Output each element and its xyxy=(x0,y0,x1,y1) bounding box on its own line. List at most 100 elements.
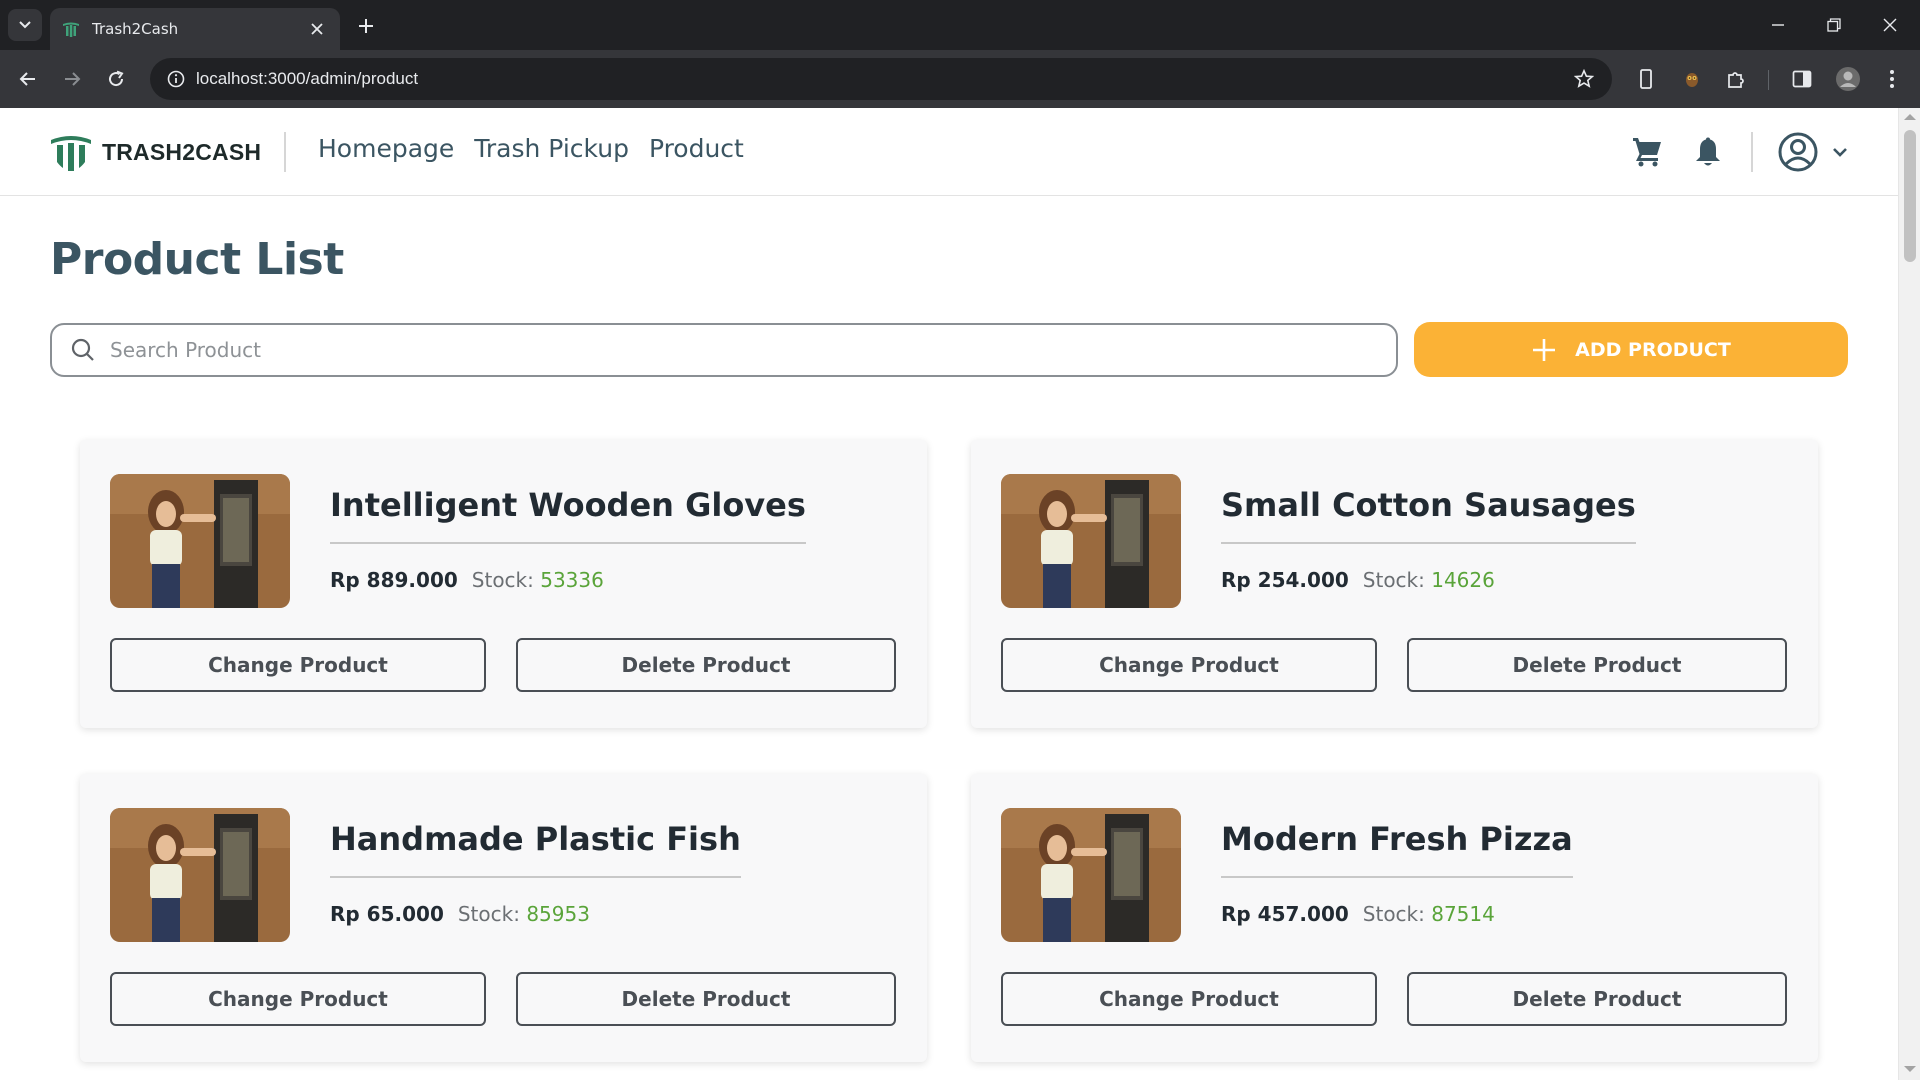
product-image[interactable] xyxy=(1001,474,1181,608)
delete-product-button[interactable]: Delete Product xyxy=(1407,972,1787,1026)
product-card: Intelligent Wooden Gloves Rp 889.000 Sto… xyxy=(80,440,927,728)
cart-button[interactable] xyxy=(1627,132,1667,172)
new-tab-button[interactable] xyxy=(352,12,380,40)
url-text: localhost:3000/admin/product xyxy=(196,69,419,88)
add-product-button[interactable]: ADD PRODUCT xyxy=(1414,322,1848,377)
chevron-down-icon xyxy=(19,21,31,29)
stock-value: 87514 xyxy=(1431,902,1495,926)
account-menu-button[interactable] xyxy=(1778,132,1848,172)
nav-link-product[interactable]: Product xyxy=(649,134,744,163)
browser-tabbar: Trash2Cash xyxy=(0,0,1920,50)
search-box xyxy=(50,323,1398,377)
logo-text: TRASH2CASH xyxy=(102,138,262,165)
puzzle-icon xyxy=(1728,72,1744,88)
minimize-button[interactable] xyxy=(1748,0,1808,50)
page-viewport: TRASH2CASH Homepage Trash Pickup Product… xyxy=(0,108,1898,1080)
phone-extension-button[interactable] xyxy=(1630,63,1662,95)
extensions-button[interactable] xyxy=(1720,63,1752,95)
browser-menu-button[interactable] xyxy=(1876,63,1908,95)
product-name: Intelligent Wooden Gloves xyxy=(330,486,806,544)
reload-button[interactable] xyxy=(100,63,132,95)
scrollbar-thumb[interactable] xyxy=(1904,130,1916,262)
product-price: Rp 254.000 xyxy=(1221,568,1349,592)
chevron-down-icon xyxy=(1833,148,1847,157)
scroll-up-arrow-icon[interactable] xyxy=(1904,114,1916,120)
tab-title: Trash2Cash xyxy=(92,20,179,38)
page-title: Product List xyxy=(50,234,344,285)
browser-toolbar: localhost:3000/admin/product xyxy=(0,50,1920,108)
add-product-label: ADD PRODUCT xyxy=(1575,338,1731,361)
trash2cash-favicon-icon xyxy=(63,22,79,37)
owl-extension-button[interactable] xyxy=(1676,63,1708,95)
delete-product-button[interactable]: Delete Product xyxy=(516,972,896,1026)
stock-label: Stock: xyxy=(457,902,520,926)
product-image[interactable] xyxy=(1001,808,1181,942)
notifications-button[interactable] xyxy=(1688,132,1728,172)
arrow-right-icon xyxy=(65,72,81,86)
phone-icon xyxy=(1640,69,1652,89)
change-product-button[interactable]: Change Product xyxy=(110,972,486,1026)
restore-icon xyxy=(1827,18,1841,32)
product-image[interactable] xyxy=(110,808,290,942)
stock-label: Stock: xyxy=(471,568,534,592)
change-product-button[interactable]: Change Product xyxy=(1001,638,1377,692)
bookmark-star-icon[interactable] xyxy=(1564,58,1604,100)
tab-close-icon[interactable] xyxy=(306,18,328,40)
tab-search-button[interactable] xyxy=(8,9,42,41)
shopping-cart-icon xyxy=(1633,138,1661,167)
back-button[interactable] xyxy=(12,63,44,95)
header-divider-right xyxy=(1751,132,1753,172)
product-card: Small Cotton Sausages Rp 254.000 Stock: … xyxy=(971,440,1818,728)
page-scrollbar[interactable] xyxy=(1898,108,1920,1080)
toolbar-separator xyxy=(1768,70,1769,90)
product-price: Rp 65.000 xyxy=(330,902,444,926)
header-divider xyxy=(284,132,286,172)
scroll-down-arrow-icon[interactable] xyxy=(1904,1066,1916,1072)
side-panel-icon xyxy=(1792,70,1812,88)
site-logo[interactable]: TRASH2CASH xyxy=(50,132,261,172)
product-meta: Rp 254.000 Stock: 14626 xyxy=(1221,568,1495,592)
forward-button[interactable] xyxy=(56,63,88,95)
profile-avatar-button[interactable] xyxy=(1832,63,1864,95)
account-circle-icon xyxy=(1778,132,1818,172)
nav-link-trash-pickup[interactable]: Trash Pickup xyxy=(474,134,629,163)
owl-extension-icon xyxy=(1686,73,1698,87)
product-price: Rp 457.000 xyxy=(1221,902,1349,926)
stock-label: Stock: xyxy=(1362,902,1425,926)
product-name: Handmade Plastic Fish xyxy=(330,820,741,878)
reload-icon xyxy=(109,70,124,87)
stock-value: 85953 xyxy=(526,902,590,926)
change-product-button[interactable]: Change Product xyxy=(1001,972,1377,1026)
plus-icon xyxy=(1533,338,1556,361)
close-window-button[interactable] xyxy=(1860,0,1920,50)
product-meta: Rp 457.000 Stock: 87514 xyxy=(1221,902,1495,926)
search-icon xyxy=(71,338,94,361)
address-bar[interactable]: localhost:3000/admin/product xyxy=(150,58,1612,100)
change-product-button[interactable]: Change Product xyxy=(110,638,486,692)
product-meta: Rp 889.000 Stock: 53336 xyxy=(330,568,604,592)
stock-value: 14626 xyxy=(1431,568,1495,592)
site-header: TRASH2CASH Homepage Trash Pickup Product xyxy=(0,108,1898,196)
trash2cash-logo-icon xyxy=(51,136,91,171)
product-image[interactable] xyxy=(110,474,290,608)
restore-button[interactable] xyxy=(1804,0,1864,50)
product-name: Modern Fresh Pizza xyxy=(1221,820,1573,878)
site-info-icon[interactable] xyxy=(156,58,196,100)
side-panel-button[interactable] xyxy=(1786,63,1818,95)
profile-avatar-icon xyxy=(1836,67,1860,91)
browser-tab-active[interactable]: Trash2Cash xyxy=(50,8,340,50)
nav-link-homepage[interactable]: Homepage xyxy=(318,134,454,163)
product-meta: Rp 65.000 Stock: 85953 xyxy=(330,902,590,926)
plus-icon xyxy=(359,19,373,33)
product-price: Rp 889.000 xyxy=(330,568,458,592)
delete-product-button[interactable]: Delete Product xyxy=(1407,638,1787,692)
stock-label: Stock: xyxy=(1362,568,1425,592)
stock-value: 53336 xyxy=(540,568,604,592)
close-icon xyxy=(1883,18,1897,32)
bell-icon xyxy=(1696,137,1720,166)
delete-product-button[interactable]: Delete Product xyxy=(516,638,896,692)
more-vertical-icon xyxy=(1890,70,1894,88)
search-input[interactable] xyxy=(110,338,1396,362)
product-card: Modern Fresh Pizza Rp 457.000 Stock: 875… xyxy=(971,774,1818,1062)
main-nav: Homepage Trash Pickup Product xyxy=(318,134,744,163)
